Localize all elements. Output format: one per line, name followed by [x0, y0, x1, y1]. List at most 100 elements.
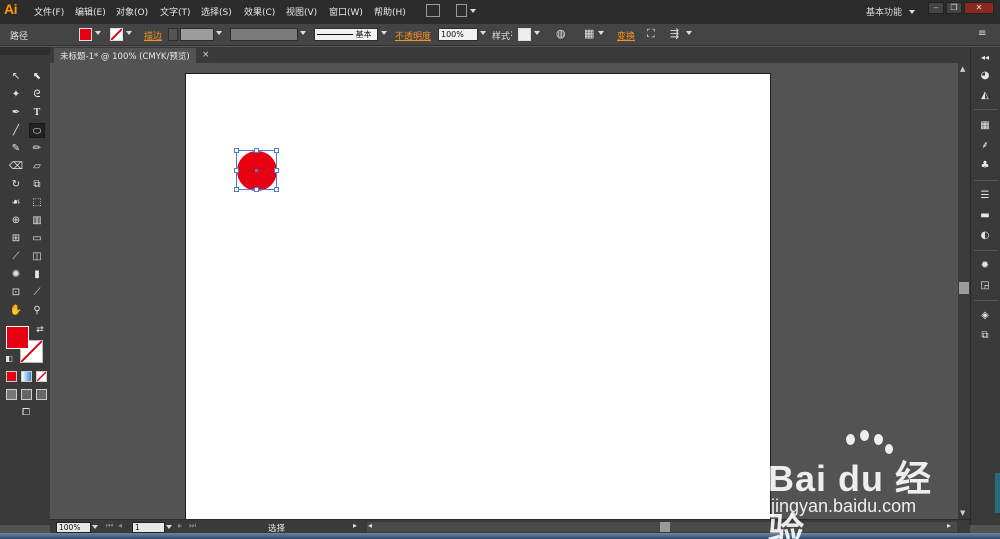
symbols-panel-icon[interactable]: ♣ [978, 159, 992, 172]
free-transform-tool-icon[interactable]: ⬚ [29, 195, 45, 210]
none-mode-icon[interactable] [36, 371, 47, 382]
menu-effect[interactable]: 效果(C) [244, 5, 275, 18]
magic-wand-tool-icon[interactable]: ✦ [8, 87, 24, 102]
stroke-weight-dropdown-icon[interactable] [216, 31, 222, 35]
handle-bottom-center[interactable] [254, 187, 259, 192]
transform-label[interactable]: 变换 [617, 29, 635, 42]
gradient-tool-icon[interactable]: ▭ [29, 231, 45, 246]
stroke-label[interactable]: 描边 [144, 29, 162, 42]
draw-inside-icon[interactable] [36, 389, 47, 400]
horizontal-scroll-thumb[interactable] [660, 522, 670, 532]
profile-dropdown-icon[interactable] [300, 31, 306, 35]
draw-normal-icon[interactable] [6, 389, 17, 400]
variable-width-profile[interactable] [230, 28, 298, 41]
ellipse-tool-icon[interactable]: ⬭ [29, 123, 45, 138]
fill-dropdown-icon[interactable] [95, 31, 101, 35]
pencil-tool-icon[interactable]: ✏ [29, 141, 45, 156]
line-tool-icon[interactable]: ╱ [8, 123, 24, 138]
next-artboard-icon[interactable]: ▸ [178, 521, 182, 530]
type-tool-icon[interactable]: T [29, 105, 45, 120]
scroll-left-icon[interactable]: ◂ [368, 521, 372, 530]
graphic-styles-panel-icon[interactable]: ◲ [978, 279, 992, 292]
previous-artboard-icon[interactable]: ◂ [118, 521, 122, 530]
swap-fill-stroke-icon[interactable]: ⇄ [32, 323, 48, 338]
restore-button[interactable]: ❐ [946, 2, 962, 14]
stroke-weight-stepper[interactable] [168, 28, 178, 41]
gradient-mode-icon[interactable] [21, 371, 32, 382]
workspace-switcher[interactable]: 基本功能 [866, 5, 902, 18]
close-window-button[interactable]: ✕ [964, 2, 994, 14]
gradient-panel-icon[interactable]: ▬ [978, 209, 992, 222]
align-to-icon[interactable]: ▦ [584, 27, 594, 40]
menu-window[interactable]: 窗口(W) [329, 5, 363, 18]
first-artboard-icon[interactable]: ⏮ [106, 521, 113, 531]
stroke-panel-icon[interactable]: ☰ [978, 189, 992, 202]
eyedropper-tool-icon[interactable]: ⟋ [8, 249, 24, 264]
align-dropdown-icon[interactable] [598, 31, 604, 35]
handle-bottom-left[interactable] [234, 187, 239, 192]
swatches-panel-icon[interactable]: ▦ [978, 119, 992, 132]
document-tab[interactable]: 未标题-1* @ 100% (CMYK/预览) [54, 48, 196, 63]
screen-mode-icon[interactable]: ⧠ [16, 405, 36, 420]
appearance-panel-icon[interactable]: ✹ [978, 259, 992, 272]
layers-panel-icon[interactable]: ◈ [978, 309, 992, 322]
brush-dropdown-icon[interactable] [381, 31, 387, 35]
artboard[interactable] [185, 73, 771, 519]
opacity-dropdown-icon[interactable] [480, 31, 486, 35]
menu-help[interactable]: 帮助(H) [374, 5, 406, 18]
selection-tool-icon[interactable]: ↖ [8, 69, 24, 84]
direct-selection-tool-icon[interactable]: ⬉ [29, 69, 45, 84]
fill-color-swatch[interactable] [79, 28, 92, 41]
stroke-color-swatch[interactable] [110, 28, 123, 41]
graphic-style-swatch[interactable] [518, 28, 531, 41]
menu-object[interactable]: 对象(O) [116, 5, 148, 18]
column-graph-tool-icon[interactable]: ▮ [29, 267, 45, 282]
menu-file[interactable]: 文件(F) [34, 5, 64, 18]
handle-bottom-right[interactable] [274, 187, 279, 192]
workspace-dropdown-icon[interactable] [909, 10, 915, 14]
menu-type[interactable]: 文字(T) [160, 5, 191, 18]
handle-middle-left[interactable] [234, 168, 239, 173]
stroke-dropdown-icon[interactable] [126, 31, 132, 35]
tools-panel-header[interactable] [0, 47, 50, 55]
color-panel-icon[interactable]: ◕ [978, 69, 992, 82]
transparency-panel-icon[interactable]: ◐ [978, 229, 992, 242]
artboard-dropdown-icon[interactable] [166, 525, 172, 529]
artboard-number-input[interactable]: 1 [132, 522, 165, 533]
hand-tool-icon[interactable]: ✋ [8, 303, 24, 318]
style-dropdown-icon[interactable] [534, 31, 540, 35]
minimize-button[interactable]: – [928, 2, 944, 14]
menu-edit[interactable]: 编辑(E) [75, 5, 106, 18]
zoom-level-input[interactable]: 100% [56, 522, 91, 533]
artboards-panel-icon[interactable]: ⧉ [978, 329, 992, 342]
arrange-documents-icon[interactable] [456, 4, 467, 17]
isolate-object-icon[interactable]: ⛶ [647, 27, 655, 41]
status-menu-icon[interactable]: ▸ [353, 521, 357, 530]
recolor-artwork-icon[interactable]: ◍ [556, 27, 566, 40]
handle-top-center[interactable] [254, 148, 259, 153]
color-mode-icon[interactable] [6, 371, 17, 382]
draw-behind-icon[interactable] [21, 389, 32, 400]
rotate-tool-icon[interactable]: ↻ [8, 177, 24, 192]
menu-select[interactable]: 选择(S) [201, 5, 232, 18]
slice-tool-icon[interactable]: ⟋ [29, 285, 45, 300]
arrange-icon[interactable]: ⇶ [670, 27, 679, 40]
brush-definition[interactable]: 基本 [314, 28, 378, 41]
warp-tool-icon[interactable]: ☙ [8, 195, 24, 210]
scroll-up-icon[interactable]: ▲ [960, 65, 965, 73]
tab-close-icon[interactable]: × [202, 50, 210, 60]
mesh-tool-icon[interactable]: ⊞ [8, 231, 24, 246]
blend-tool-icon[interactable]: ◫ [29, 249, 45, 264]
scale-tool-icon[interactable]: ⧉ [29, 177, 45, 192]
handle-top-left[interactable] [234, 148, 239, 153]
artboard-tool-icon[interactable]: ⊡ [8, 285, 24, 300]
bridge-icon[interactable] [426, 4, 440, 17]
arrange-object-dropdown-icon[interactable] [686, 31, 692, 35]
panel-menu-icon[interactable]: ≡ [978, 28, 986, 39]
zoom-tool-icon[interactable]: ⚲ [29, 303, 45, 318]
arrange-dropdown-icon[interactable] [470, 9, 476, 13]
stroke-weight-input[interactable] [180, 28, 214, 41]
handle-middle-right[interactable] [274, 168, 279, 173]
shape-builder-tool-icon[interactable]: ⊕ [8, 213, 24, 228]
default-fill-stroke-icon[interactable]: ◧ [1, 351, 17, 366]
